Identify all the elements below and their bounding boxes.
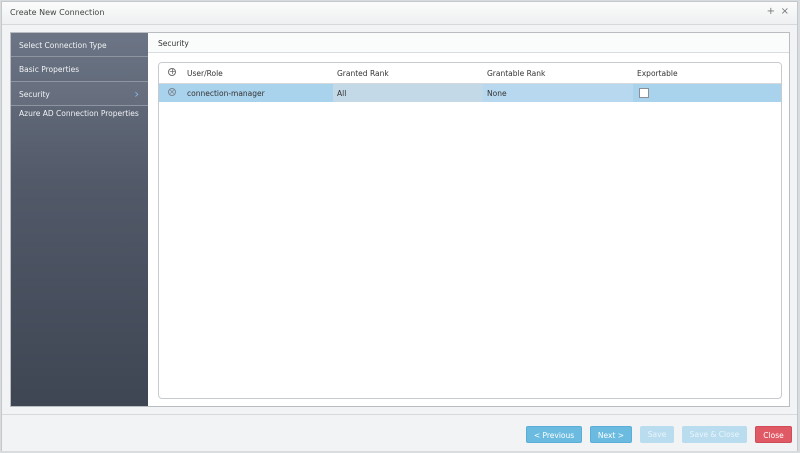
section-title: Security	[148, 33, 789, 53]
granted-rank-cell[interactable]: All	[333, 84, 483, 102]
exportable-checkbox[interactable]	[639, 88, 649, 98]
sidebar-item-basic-properties[interactable]: Basic Properties	[11, 57, 148, 82]
grid-header: + User/Role Granted Rank Grantable Rank …	[159, 63, 781, 84]
sidebar-item-label: Azure AD Connection Properties	[19, 109, 139, 118]
sidebar-item-security[interactable]: Security ›	[11, 82, 148, 106]
close-icon[interactable]: ×	[781, 6, 789, 18]
maximize-icon[interactable]: +	[767, 6, 775, 18]
wizard-steps-sidebar: Select Connection Type Basic Properties …	[11, 33, 148, 406]
column-header-user-role[interactable]: User/Role	[185, 63, 333, 83]
sidebar-item-label: Basic Properties	[19, 65, 80, 74]
title-bar: Create New Connection + ×	[2, 2, 797, 25]
create-connection-dialog: Create New Connection + × Select Connect…	[1, 1, 798, 451]
column-header-exportable[interactable]: Exportable	[633, 63, 781, 83]
next-button[interactable]: Next >	[590, 426, 632, 443]
grantable-rank-cell[interactable]: None	[483, 84, 633, 102]
sidebar-item-label: Select Connection Type	[19, 41, 107, 50]
column-header-granted-rank[interactable]: Granted Rank	[333, 63, 483, 83]
remove-row-icon[interactable]: ×	[168, 88, 176, 96]
previous-button[interactable]: < Previous	[526, 426, 582, 443]
column-header-grantable-rank[interactable]: Grantable Rank	[483, 63, 633, 83]
sidebar-item-select-connection-type[interactable]: Select Connection Type	[11, 33, 148, 57]
sidebar-item-label: Security	[19, 90, 50, 99]
dialog-body: Select Connection Type Basic Properties …	[10, 32, 790, 407]
dialog-title: Create New Connection	[10, 8, 105, 17]
table-row[interactable]: × connection-manager All None	[159, 84, 781, 102]
save-button[interactable]: Save	[640, 426, 674, 443]
save-and-close-button[interactable]: Save & Close	[682, 426, 747, 443]
security-panel: Security + User/Role Granted Rank Granta…	[148, 33, 789, 406]
sidebar-item-azure-ad-connection-properties[interactable]: Azure AD Connection Properties	[11, 106, 148, 146]
user-role-cell[interactable]: connection-manager	[185, 84, 333, 102]
dialog-footer: < Previous Next > Save Save & Close Clos…	[2, 414, 797, 451]
security-grid: + User/Role Granted Rank Grantable Rank …	[158, 62, 782, 399]
exportable-cell	[633, 84, 781, 102]
close-button[interactable]: Close	[755, 426, 792, 443]
chevron-right-icon: ›	[134, 87, 139, 101]
add-row-icon[interactable]: +	[168, 68, 176, 76]
